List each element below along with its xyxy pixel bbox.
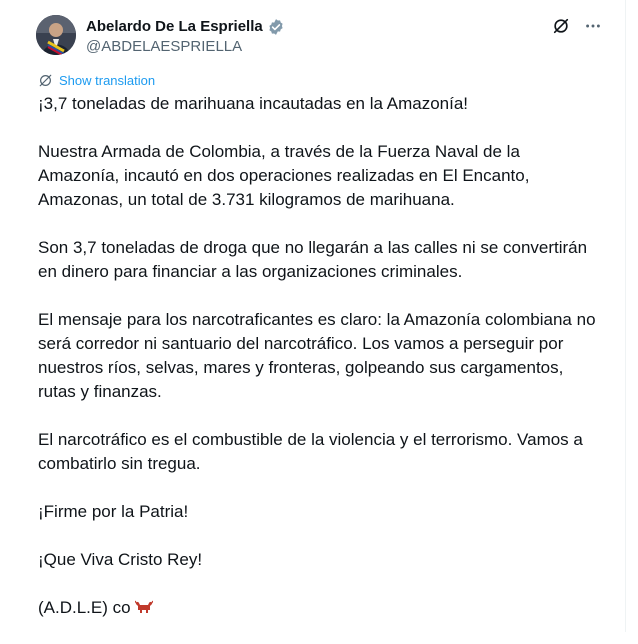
author-handle[interactable]: @ABDELAESPRIELLA (86, 37, 242, 57)
tweet-signature: (A.D.L.E) co (38, 596, 598, 620)
tweet-card: Abelardo De La Espriella @ABDELAESPRIELL… (0, 0, 626, 632)
signature-text: (A.D.L.E) co (38, 598, 131, 617)
verified-badge-icon (267, 18, 285, 36)
more-options-icon[interactable] (583, 16, 603, 36)
author-name-text[interactable]: Abelardo De La Espriella (86, 17, 263, 37)
tweet-paragraph: El narcotráfico es el combustible de la … (38, 430, 583, 473)
grok-icon[interactable] (551, 16, 571, 36)
tweet-paragraph: Son 3,7 toneladas de droga que no llegar… (38, 238, 588, 281)
tweet-paragraph: Nuestra Armada de Colombia, a través de … (38, 142, 530, 209)
tweet-paragraph: ¡Que Viva Cristo Rey! (38, 550, 203, 569)
avatar[interactable] (36, 15, 76, 55)
show-translation-label[interactable]: Show translation (59, 73, 155, 88)
tweet-top-actions (551, 16, 603, 36)
tweet-paragraph: ¡3,7 toneladas de marihuana incautadas e… (38, 94, 469, 113)
tweet-text: ¡3,7 toneladas de marihuana incautadas e… (38, 92, 598, 644)
show-translation-link[interactable]: Show translation (38, 73, 155, 88)
tweet-paragraph: El mensaje para los narcotraficantes es … (38, 310, 596, 401)
author-display-name[interactable]: Abelardo De La Espriella (86, 17, 285, 37)
tweet-paragraph: ¡Firme por la Patria! (38, 502, 189, 521)
bull-emoji (134, 597, 154, 613)
translate-icon (39, 74, 52, 87)
